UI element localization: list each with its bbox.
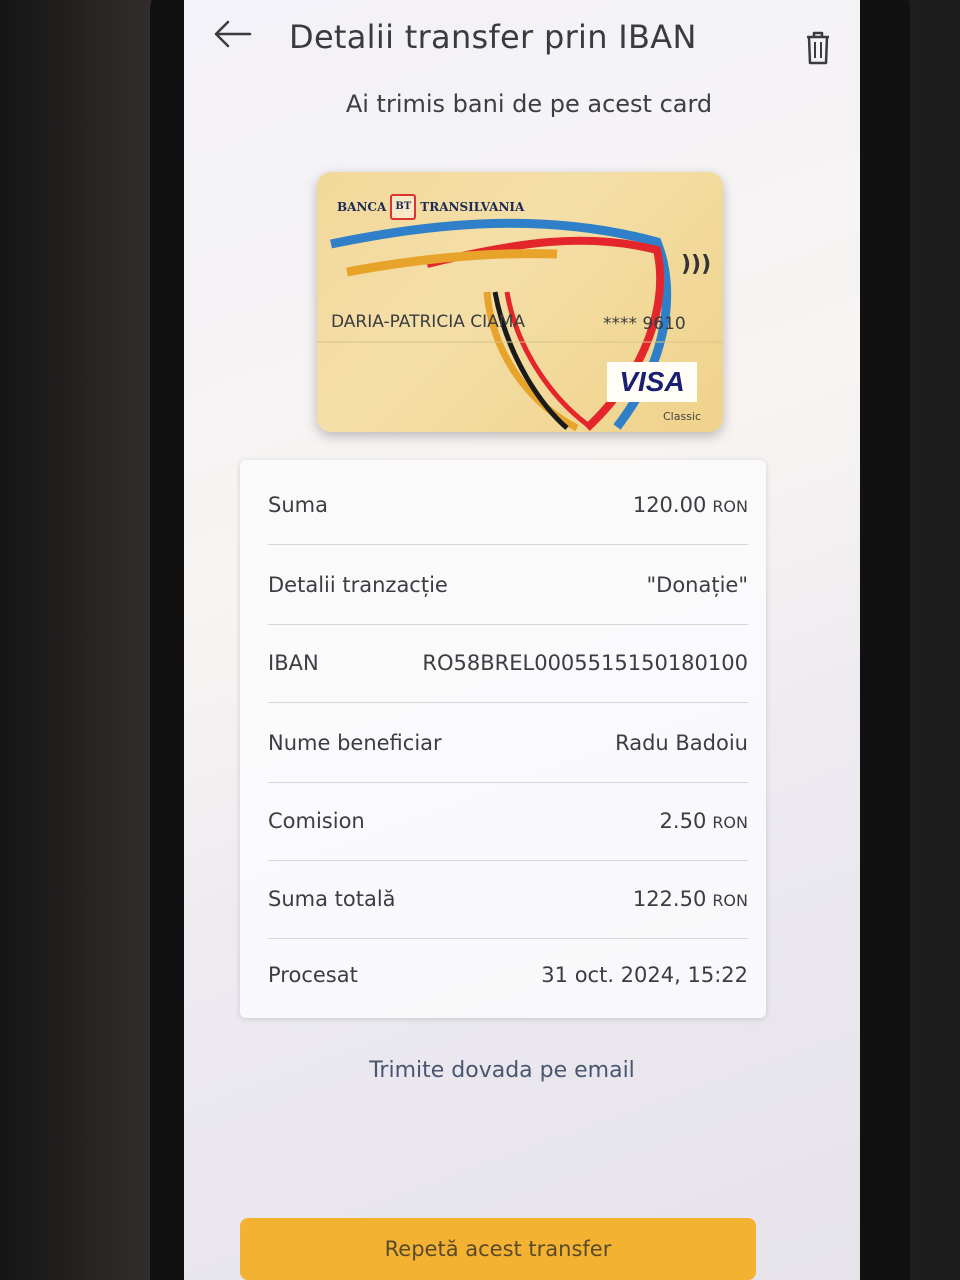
detail-value: Radu Badoiu — [615, 731, 748, 755]
page-title: Detalii transfer prin IBAN — [289, 18, 697, 56]
detail-row-transaction-details: Detalii tranzacție "Donație" — [268, 546, 748, 625]
bank-card[interactable]: BANCA BT TRANSILVANIA ))) DARIA-PATRICIA… — [317, 172, 723, 432]
card-tier: Classic — [663, 410, 702, 423]
visa-logo: VISA — [607, 362, 697, 402]
detail-row-fee: Comision 2.50 RON — [268, 782, 748, 861]
detail-label: Suma totală — [268, 887, 396, 911]
detail-row-amount: Suma 120.00 RON — [268, 466, 748, 545]
detail-label: Procesat — [268, 963, 358, 987]
bank-name-right: TRANSILVANIA — [420, 200, 525, 214]
card-holder-name: DARIA-PATRICIA CIAMA — [331, 312, 526, 332]
back-button[interactable] — [210, 14, 254, 54]
header: Detalii transfer prin IBAN — [184, 0, 860, 80]
repeat-transfer-button[interactable]: Repetă acest transfer — [240, 1218, 756, 1280]
detail-row-total: Suma totală 122.50 RON — [268, 860, 748, 939]
photo-background: Detalii transfer prin IBAN Ai trimis ban… — [0, 0, 960, 1280]
detail-value: 122.50 RON — [632, 887, 748, 911]
bank-logo: BANCA BT TRANSILVANIA — [337, 194, 524, 220]
delete-button[interactable] — [800, 28, 836, 68]
detail-label: IBAN — [268, 651, 319, 675]
trash-icon — [807, 31, 829, 65]
send-proof-email-link[interactable]: Trimite dovada pe email — [184, 1058, 820, 1083]
detail-value: 2.50 RON — [659, 809, 748, 833]
detail-row-beneficiary: Nume beneficiar Radu Badoiu — [268, 704, 748, 783]
contactless-icon: ))) — [681, 252, 712, 277]
detail-value: 120.00 RON — [632, 493, 748, 517]
transfer-details-panel: Suma 120.00 RON Detalii tranzacție "Donaț… — [240, 460, 766, 1018]
detail-row-processed: Procesat 31 oct. 2024, 15:22 — [268, 936, 748, 1014]
detail-row-iban: IBAN RO58BREL0005515150180100 — [268, 624, 748, 703]
detail-value: 31 oct. 2024, 15:22 — [541, 963, 748, 987]
detail-value: "Donație" — [646, 573, 748, 597]
card-number: **** 9610 — [603, 314, 686, 334]
detail-label: Nume beneficiar — [268, 731, 442, 755]
detail-value: RO58BREL0005515150180100 — [422, 651, 748, 675]
bank-name-left: BANCA — [337, 200, 387, 214]
arrow-left-icon — [214, 20, 252, 48]
detail-label: Suma — [268, 493, 328, 517]
detail-label: Detalii tranzacție — [268, 573, 448, 597]
app-screen: Detalii transfer prin IBAN Ai trimis ban… — [184, 0, 860, 1280]
detail-label: Comision — [268, 809, 365, 833]
bt-logo-icon: BT — [390, 194, 417, 220]
card-subtitle: Ai trimis bani de pe acest card — [345, 90, 713, 118]
